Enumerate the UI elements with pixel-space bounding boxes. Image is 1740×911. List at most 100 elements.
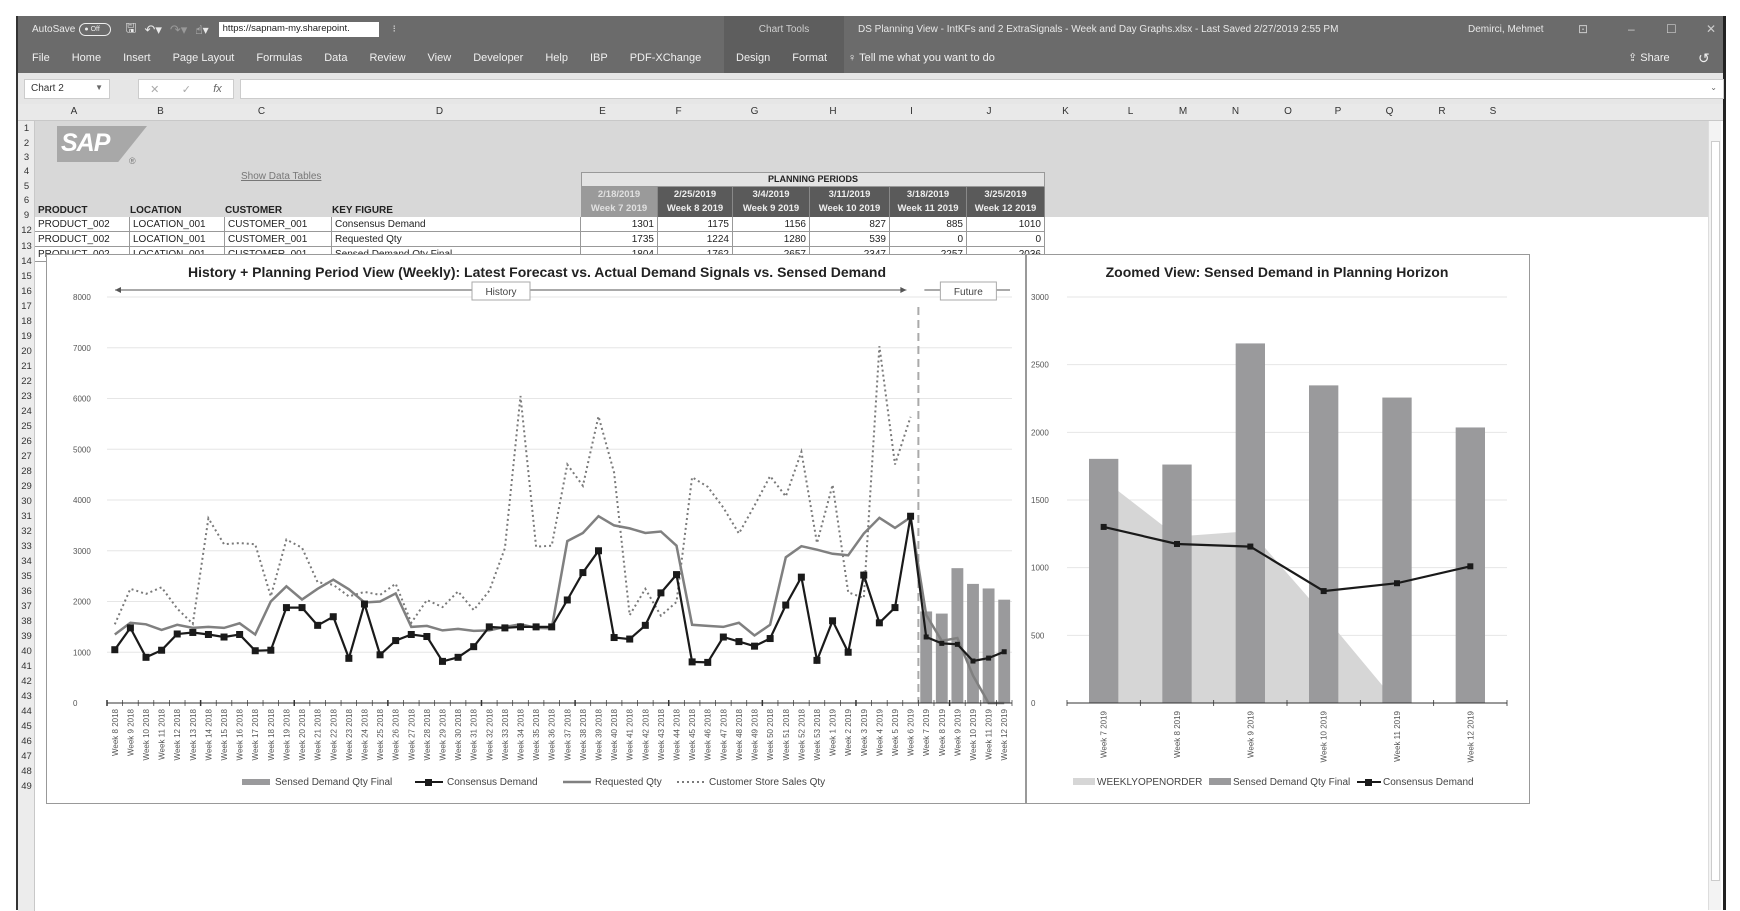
row-header-1[interactable]: 1 (18, 123, 35, 134)
column-header-q[interactable]: Q (1363, 106, 1416, 117)
history-planning-chart[interactable]: History + Planning Period View (Weekly):… (46, 254, 1026, 804)
column-header-s[interactable]: S (1468, 106, 1518, 117)
cell-location[interactable]: LOCATION_001 (130, 217, 225, 232)
cell-value[interactable]: 1224 (658, 232, 733, 247)
cell-product[interactable]: PRODUCT_002 (35, 217, 130, 232)
row-header-47[interactable]: 47 (18, 751, 35, 762)
cell-product[interactable]: PRODUCT_002 (35, 232, 130, 247)
row-header-40[interactable]: 40 (18, 646, 35, 657)
row-header-49[interactable]: 49 (18, 781, 35, 792)
insert-function-icon[interactable]: fx (213, 83, 222, 95)
row-header-48[interactable]: 48 (18, 766, 35, 777)
column-header-b[interactable]: B (113, 106, 208, 117)
tab-page-layout[interactable]: Page Layout (173, 52, 235, 64)
row-header-35[interactable]: 35 (18, 571, 35, 582)
cell-value[interactable]: 0 (890, 232, 967, 247)
column-header-i[interactable]: I (873, 106, 950, 117)
autosave-toggle[interactable]: ● Off (79, 23, 112, 36)
scrollbar-thumb[interactable] (1711, 141, 1720, 881)
cell-value[interactable]: 1010 (967, 217, 1045, 232)
row-header-44[interactable]: 44 (18, 706, 35, 717)
cell-value[interactable]: 827 (810, 217, 890, 232)
row-header-12[interactable]: 12 (18, 225, 35, 236)
row-header-9[interactable]: 9 (18, 210, 35, 221)
row-header-18[interactable]: 18 (18, 316, 35, 327)
row-header-37[interactable]: 37 (18, 601, 35, 612)
column-header-e[interactable]: E (564, 106, 641, 117)
tab-help[interactable]: Help (545, 52, 568, 64)
cell-value[interactable]: 1175 (658, 217, 733, 232)
row-header-21[interactable]: 21 (18, 361, 35, 372)
row-header-32[interactable]: 32 (18, 526, 35, 537)
row-header-24[interactable]: 24 (18, 406, 35, 417)
row-header-4[interactable]: 4 (18, 166, 35, 177)
row-header-16[interactable]: 16 (18, 286, 35, 297)
row-header-14[interactable]: 14 (18, 256, 35, 267)
row-header-33[interactable]: 33 (18, 541, 35, 552)
tab-design[interactable]: Design (736, 52, 770, 64)
undo-icon[interactable]: ↶▾ (144, 22, 161, 38)
row-header-30[interactable]: 30 (18, 496, 35, 507)
row-header-46[interactable]: 46 (18, 736, 35, 747)
tab-insert[interactable]: Insert (123, 52, 151, 64)
cell-customer[interactable]: CUSTOMER_001 (225, 232, 332, 247)
cancel-icon[interactable]: ✕ (150, 83, 159, 96)
row-header-15[interactable]: 15 (18, 271, 35, 282)
row-header-42[interactable]: 42 (18, 676, 35, 687)
redo-icon[interactable]: ↷▾ (170, 22, 187, 38)
tab-formulas[interactable]: Formulas (256, 52, 302, 64)
enter-icon[interactable]: ✓ (182, 83, 191, 96)
row-header-38[interactable]: 38 (18, 616, 35, 627)
column-header-l[interactable]: L (1103, 106, 1158, 117)
name-box[interactable]: Chart 2 ▼ (24, 79, 110, 99)
row-header-29[interactable]: 29 (18, 481, 35, 492)
user-name[interactable]: Demirci, Mehmet (1468, 16, 1544, 43)
formula-input[interactable]: ⌄ (240, 79, 1724, 99)
column-header-f[interactable]: F (641, 106, 716, 117)
ribbon-display-icon[interactable]: ⊡ (1578, 16, 1588, 43)
column-header-a[interactable]: A (35, 106, 113, 117)
cell-key-figure[interactable]: Requested Qty (332, 232, 581, 247)
column-header-j[interactable]: J (950, 106, 1028, 117)
save-icon[interactable]: 🖫 (125, 19, 136, 41)
cell-value[interactable]: 539 (810, 232, 890, 247)
column-header-c[interactable]: C (208, 106, 315, 117)
show-data-tables-link[interactable]: Show Data Tables (241, 171, 321, 182)
cell-key-figure[interactable]: Consensus Demand (332, 217, 581, 232)
row-header-22[interactable]: 22 (18, 376, 35, 387)
cell-customer[interactable]: CUSTOMER_001 (225, 217, 332, 232)
row-header-39[interactable]: 39 (18, 631, 35, 642)
customize-qat-icon[interactable]: ⁝ (393, 24, 396, 35)
vertical-scrollbar[interactable] (1708, 121, 1721, 910)
cell-value[interactable]: 1301 (581, 217, 658, 232)
column-header-m[interactable]: M (1158, 106, 1208, 117)
tab-data[interactable]: Data (324, 52, 347, 64)
row-header-20[interactable]: 20 (18, 346, 35, 357)
row-header-23[interactable]: 23 (18, 391, 35, 402)
column-header-r[interactable]: R (1416, 106, 1468, 117)
column-header-h[interactable]: H (793, 106, 873, 117)
column-header-p[interactable]: P (1313, 106, 1363, 117)
row-header-17[interactable]: 17 (18, 301, 35, 312)
row-header-27[interactable]: 27 (18, 451, 35, 462)
row-header-34[interactable]: 34 (18, 556, 35, 567)
column-header-o[interactable]: O (1263, 106, 1313, 117)
close-icon[interactable]: ✕ (1706, 16, 1716, 43)
row-header-45[interactable]: 45 (18, 721, 35, 732)
column-header-d[interactable]: D (315, 106, 564, 117)
row-header-2[interactable]: 2 (18, 138, 35, 149)
expand-formula-icon[interactable]: ⌄ (1710, 83, 1717, 92)
zoomed-view-chart[interactable]: Zoomed View: Sensed Demand in Planning H… (1026, 254, 1530, 804)
tell-me-search[interactable]: ♀ Tell me what you want to do (848, 43, 995, 73)
cell-location[interactable]: LOCATION_001 (130, 232, 225, 247)
column-header-g[interactable]: G (716, 106, 793, 117)
tab-file[interactable]: File (32, 52, 50, 64)
row-header-5[interactable]: 5 (18, 181, 35, 192)
row-header-6[interactable]: 6 (18, 195, 35, 206)
cell-value[interactable]: 1156 (733, 217, 810, 232)
touch-mode-icon[interactable]: ☝▾ (195, 23, 208, 37)
row-header-19[interactable]: 19 (18, 331, 35, 342)
tab-review[interactable]: Review (369, 52, 405, 64)
cell-value[interactable]: 1735 (581, 232, 658, 247)
tab-pdf-xchange[interactable]: PDF-XChange (630, 52, 702, 64)
